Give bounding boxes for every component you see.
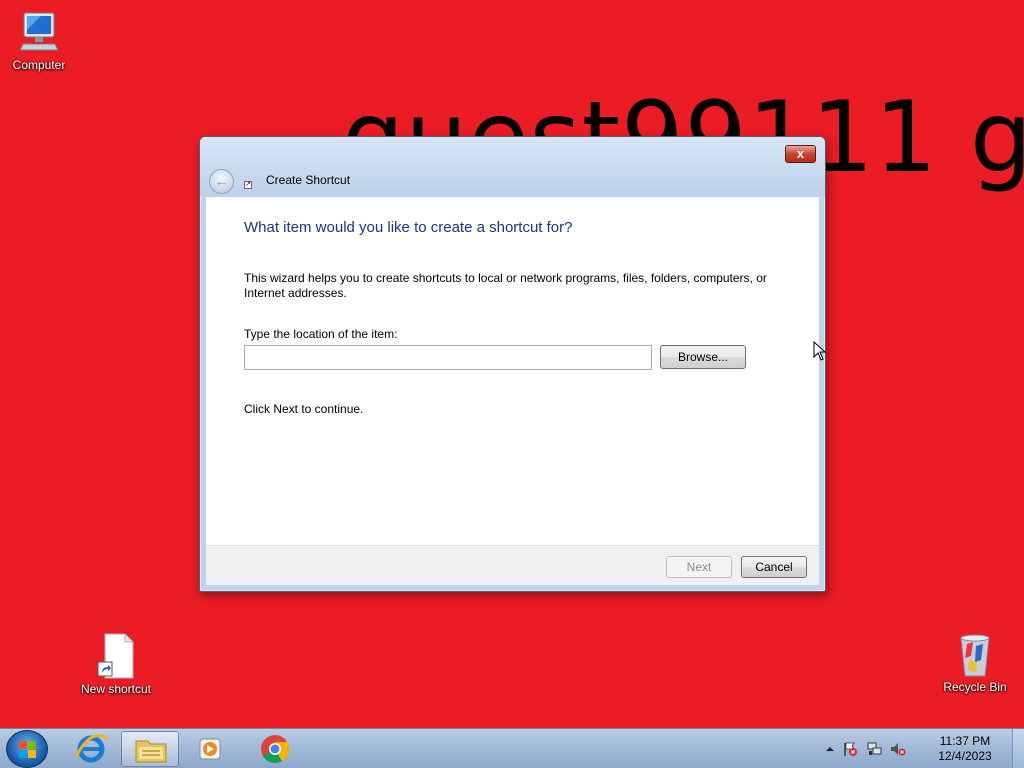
cancel-button[interactable]: Cancel (741, 556, 807, 578)
dialog-title: Create Shortcut (266, 173, 351, 187)
network-icon[interactable] (866, 741, 882, 757)
dialog-footer: Next Cancel (206, 545, 819, 585)
show-desktop-button[interactable] (1012, 729, 1024, 768)
back-arrow-icon[interactable]: ← (209, 169, 234, 194)
desktop-icon-recycle-bin[interactable]: Recycle Bin (930, 630, 1020, 694)
mouse-pointer-icon (813, 340, 827, 361)
shortcut-file-icon (92, 632, 140, 680)
chrome-icon (261, 735, 289, 763)
wizard-heading: What item would you like to create a sho… (244, 219, 573, 236)
internet-explorer-icon (74, 734, 109, 763)
location-label: Type the location of the item: (244, 327, 398, 341)
next-button[interactable]: Next (666, 556, 732, 578)
computer-icon (15, 8, 63, 56)
dialog-titlebar[interactable]: x ← ↗ Create Shortcut (200, 137, 825, 197)
desktop-icon-label: Recycle Bin (943, 680, 1007, 694)
volume-muted-icon[interactable] (890, 741, 906, 757)
taskbar-media-player[interactable] (181, 731, 239, 767)
close-icon: x (796, 146, 805, 161)
action-center-icon[interactable] (842, 741, 858, 757)
clock-time: 11:37 PM (939, 734, 991, 748)
taskbar-internet-explorer[interactable] (62, 731, 120, 767)
clock[interactable]: 11:37 PM 12/4/2023 (930, 734, 1000, 764)
start-button[interactable] (6, 730, 48, 768)
taskbar: 11:37 PM 12/4/2023 (0, 728, 1024, 768)
system-tray: 11:37 PM 12/4/2023 (822, 729, 1012, 768)
wizard-content: What item would you like to create a sho… (206, 197, 819, 545)
taskbar-chrome[interactable] (246, 731, 304, 767)
media-player-icon (199, 738, 221, 760)
recycle-bin-icon (951, 630, 999, 678)
taskbar-windows-explorer[interactable] (121, 731, 179, 767)
clock-date: 12/4/2023 (938, 749, 992, 763)
desktop-icon-computer[interactable]: Computer (0, 8, 84, 72)
continue-instruction: Click Next to continue. (244, 402, 364, 416)
create-shortcut-dialog: x ← ↗ Create Shortcut What item would yo… (199, 136, 826, 592)
desktop-icon-label: Computer (12, 58, 66, 72)
desktop-icon-new-shortcut[interactable]: New shortcut (71, 632, 161, 696)
wizard-description: This wizard helps you to create shortcut… (244, 271, 767, 300)
close-button[interactable]: x (785, 145, 816, 163)
windows-logo-icon (19, 741, 36, 758)
location-input[interactable] (244, 345, 652, 370)
browse-button[interactable]: Browse... (660, 345, 746, 369)
show-hidden-icons-icon[interactable] (822, 741, 838, 757)
folder-icon (135, 740, 167, 763)
shortcut-arrow-icon: ↗ (244, 181, 252, 189)
desktop-icon-label: New shortcut (80, 682, 152, 696)
